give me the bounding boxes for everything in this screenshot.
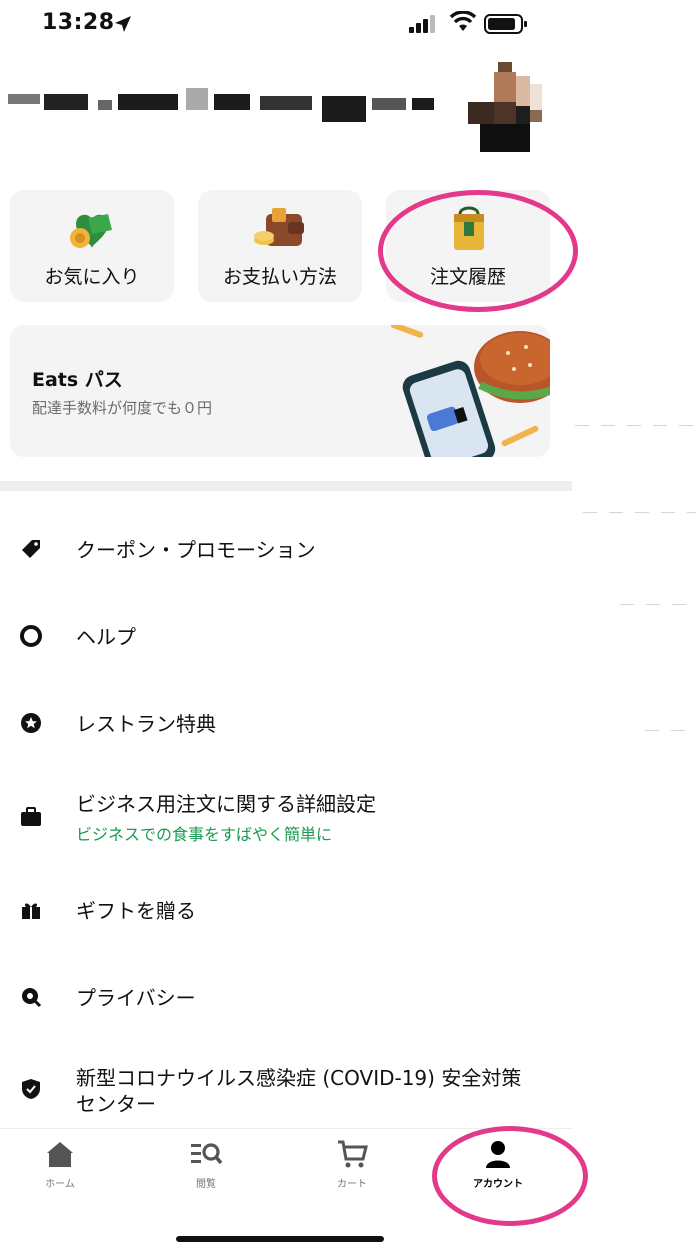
section-divider	[0, 481, 572, 491]
menu-label-gift: ギフトを贈る	[76, 899, 196, 923]
payment-methods-label: お支払い方法	[222, 266, 337, 288]
menu-item-privacy[interactable]: プライバシー	[0, 978, 572, 1018]
tab-label-browse: 閲覧	[196, 1179, 216, 1190]
cellular-signal-icon	[409, 15, 435, 33]
gift-icon	[22, 903, 40, 919]
tab-cart[interactable]: カート	[302, 1139, 402, 1209]
wifi-icon	[449, 11, 477, 31]
menu-item-gift[interactable]: ギフトを贈る	[0, 891, 572, 931]
order-bag-icon	[454, 206, 484, 250]
menu-label-covid-safety-line2: センター	[76, 1092, 156, 1116]
battery-icon	[484, 14, 527, 34]
menu-item-coupons[interactable]: クーポン・プロモーション	[0, 530, 572, 570]
eats-pass-illustration	[390, 325, 550, 457]
browse-search-icon	[191, 1143, 223, 1165]
tag-icon	[22, 540, 40, 558]
favorites-label: お気に入り	[44, 266, 140, 288]
menu-item-restaurant-rewards[interactable]: レストラン特典	[0, 704, 572, 744]
menu-item-covid-safety[interactable]: 新型コロナウイルス感染症 (COVID-19) 安全対策 センター	[0, 1060, 572, 1120]
favorites-tile[interactable]: お気に入り	[10, 190, 174, 302]
briefcase-icon	[21, 807, 41, 826]
menu-item-help[interactable]: ヘルプ	[0, 617, 572, 657]
status-time: 13:28	[42, 10, 115, 35]
wallet-icon	[254, 208, 304, 246]
menu-sublabel-business: ビジネスでの食事をすばやく簡単に	[76, 825, 333, 844]
menu-label-privacy: プライバシー	[76, 986, 196, 1010]
tab-label-home: ホーム	[45, 1179, 75, 1190]
eats-pass-card[interactable]: Eats パス 配達手数料が何度でも０円	[10, 325, 550, 457]
faint-dash-line	[583, 512, 696, 513]
background-margin	[572, 0, 696, 1256]
privacy-icon	[22, 988, 42, 1008]
menu-label-coupons: クーポン・プロモーション	[76, 538, 316, 562]
tab-account[interactable]: アカウント	[448, 1139, 548, 1209]
favorites-icon	[70, 214, 112, 248]
profile-avatar[interactable]	[468, 62, 544, 152]
tab-label-cart: カート	[337, 1179, 367, 1190]
payment-methods-tile[interactable]: お支払い方法	[198, 190, 362, 302]
tab-browse[interactable]: 閲覧	[156, 1139, 256, 1209]
eats-pass-title: Eats パス	[32, 369, 123, 391]
faint-dash-line	[575, 425, 696, 426]
account-name-redacted	[8, 82, 438, 128]
menu-item-business[interactable]: ビジネス用注文に関する詳細設定 ビジネスでの食事をすばやく簡単に	[0, 784, 572, 846]
home-icon	[47, 1142, 73, 1167]
menu-label-help: ヘルプ	[76, 625, 136, 649]
order-history-label: 注文履歴	[429, 266, 506, 288]
star-badge-icon	[21, 713, 41, 733]
account-icon	[486, 1141, 510, 1168]
status-bar: 13:28	[0, 0, 572, 48]
tab-label-account: アカウント	[473, 1179, 523, 1190]
location-arrow-icon	[115, 16, 131, 32]
faint-dash-line	[620, 604, 696, 605]
tab-home[interactable]: ホーム	[10, 1139, 110, 1209]
faint-dash-line	[645, 730, 696, 731]
menu-label-business: ビジネス用注文に関する詳細設定	[76, 792, 376, 816]
menu-label-restaurant-rewards: レストラン特典	[76, 712, 216, 736]
menu-label-covid-safety: 新型コロナウイルス感染症 (COVID-19) 安全対策	[76, 1066, 522, 1090]
home-indicator	[176, 1236, 384, 1242]
eats-pass-subtitle: 配達手数料が何度でも０円	[32, 399, 213, 417]
app-screen: 13:28 お気に入り お支払い方法 注文履歴 Eats パス 配達手数料が何度…	[0, 0, 572, 1256]
cart-icon	[338, 1140, 368, 1168]
lifebuoy-icon	[20, 625, 42, 647]
order-history-tile[interactable]: 注文履歴	[386, 190, 550, 302]
shield-icon	[22, 1079, 40, 1099]
